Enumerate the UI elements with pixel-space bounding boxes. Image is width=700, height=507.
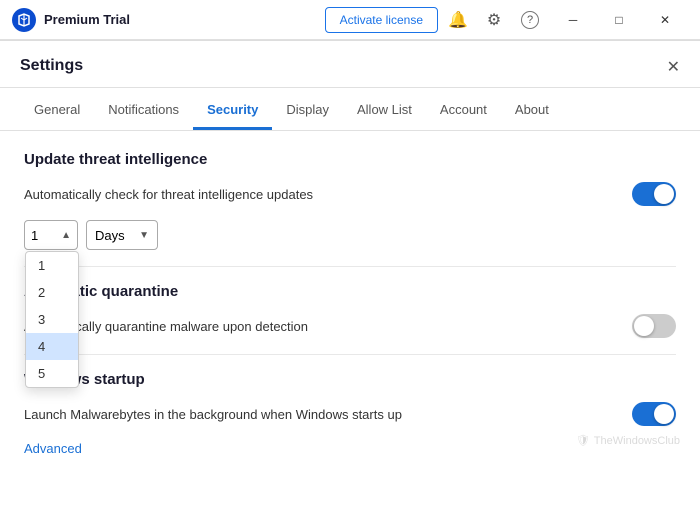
maximize-icon: □ <box>615 13 622 27</box>
close-icon: ✕ <box>660 13 670 27</box>
dropdown-item-3[interactable]: 3 <box>26 306 78 333</box>
notifications-icon-button[interactable]: 🔔 <box>442 4 474 36</box>
bell-icon: 🔔 <box>448 10 468 30</box>
settings-title: Settings <box>20 57 83 75</box>
settings-panel: Settings ✕ General Notifications Securit… <box>0 40 700 507</box>
interval-number-select[interactable]: 1 ▲ 1 2 3 4 5 <box>24 220 78 250</box>
settings-icon-button[interactable]: ⚙ <box>478 4 510 36</box>
windows-startup-row: Launch Malwarebytes in the background wh… <box>24 402 676 426</box>
help-icon-button[interactable]: ? <box>514 4 546 36</box>
close-window-button[interactable]: ✕ <box>642 0 688 40</box>
minimize-button[interactable]: ─ <box>550 0 596 40</box>
watermark: 🛡 TheWindowsClub <box>576 434 680 447</box>
threat-intelligence-title: Update threat intelligence <box>24 151 676 168</box>
interval-dropdown-list: 1 2 3 4 5 <box>25 251 79 388</box>
windows-startup-title: Windows startup <box>24 371 676 388</box>
windows-startup-label: Launch Malwarebytes in the background wh… <box>24 407 632 422</box>
dropdown-item-5[interactable]: 5 <box>26 360 78 387</box>
titlebar-right: Activate license 🔔 ⚙ ? ─ □ ✕ <box>325 0 688 40</box>
auto-check-toggle[interactable] <box>632 182 676 206</box>
tab-allowlist[interactable]: Allow List <box>343 92 426 130</box>
auto-quarantine-title: Automatic quarantine <box>24 283 676 300</box>
auto-quarantine-toggle[interactable] <box>632 314 676 338</box>
activate-license-button[interactable]: Activate license <box>325 7 438 33</box>
titlebar-left: Premium Trial <box>12 8 130 32</box>
maximize-button[interactable]: □ <box>596 0 642 40</box>
auto-quarantine-section: Automatic quarantine Automatically quara… <box>24 283 676 338</box>
watermark-text: TheWindowsClub <box>594 435 680 447</box>
dropdown-item-4[interactable]: 4 <box>26 333 78 360</box>
divider-1 <box>24 266 676 267</box>
threat-intelligence-section: Update threat intelligence Automatically… <box>24 151 676 250</box>
gear-icon: ⚙ <box>487 10 501 30</box>
auto-check-label: Automatically check for threat intellige… <box>24 187 632 202</box>
auto-quarantine-label: Automatically quarantine malware upon de… <box>24 319 632 334</box>
minimize-icon: ─ <box>569 13 578 27</box>
divider-2 <box>24 354 676 355</box>
interval-unit-select[interactable]: Days ▼ <box>86 220 158 250</box>
auto-quarantine-row: Automatically quarantine malware upon de… <box>24 314 676 338</box>
app-title: Premium Trial <box>44 12 130 27</box>
window-controls: ─ □ ✕ <box>550 0 688 40</box>
tabs-bar: General Notifications Security Display A… <box>0 92 700 131</box>
malwarebytes-logo <box>12 8 36 32</box>
titlebar: Premium Trial Activate license 🔔 ⚙ ? ─ □… <box>0 0 700 40</box>
tab-account[interactable]: Account <box>426 92 501 130</box>
dropdown-item-1[interactable]: 1 <box>26 252 78 279</box>
auto-quarantine-title-text2: atic quarantine <box>72 283 179 300</box>
settings-header: Settings ✕ <box>0 41 700 88</box>
settings-close-button[interactable]: ✕ <box>659 53 688 81</box>
interval-unit-label: Days <box>95 228 125 243</box>
windows-startup-section: Windows startup Launch Malwarebytes in t… <box>24 371 676 426</box>
interval-value: 1 <box>31 228 38 243</box>
advanced-link[interactable]: Advanced <box>24 441 82 456</box>
tab-about[interactable]: About <box>501 92 563 130</box>
question-icon: ? <box>521 11 539 29</box>
tab-general[interactable]: General <box>20 92 94 130</box>
tab-security[interactable]: Security <box>193 92 272 130</box>
windows-startup-toggle[interactable] <box>632 402 676 426</box>
tab-display[interactable]: Display <box>272 92 343 130</box>
chevron-down-icon: ▼ <box>139 230 149 241</box>
watermark-icon: 🛡 <box>576 434 590 447</box>
auto-check-row: Automatically check for threat intellige… <box>24 182 676 206</box>
chevron-up-icon: ▲ <box>61 230 71 241</box>
interval-row: 1 ▲ 1 2 3 4 5 Days ▼ <box>24 220 676 250</box>
dropdown-item-2[interactable]: 2 <box>26 279 78 306</box>
tab-notifications[interactable]: Notifications <box>94 92 193 130</box>
